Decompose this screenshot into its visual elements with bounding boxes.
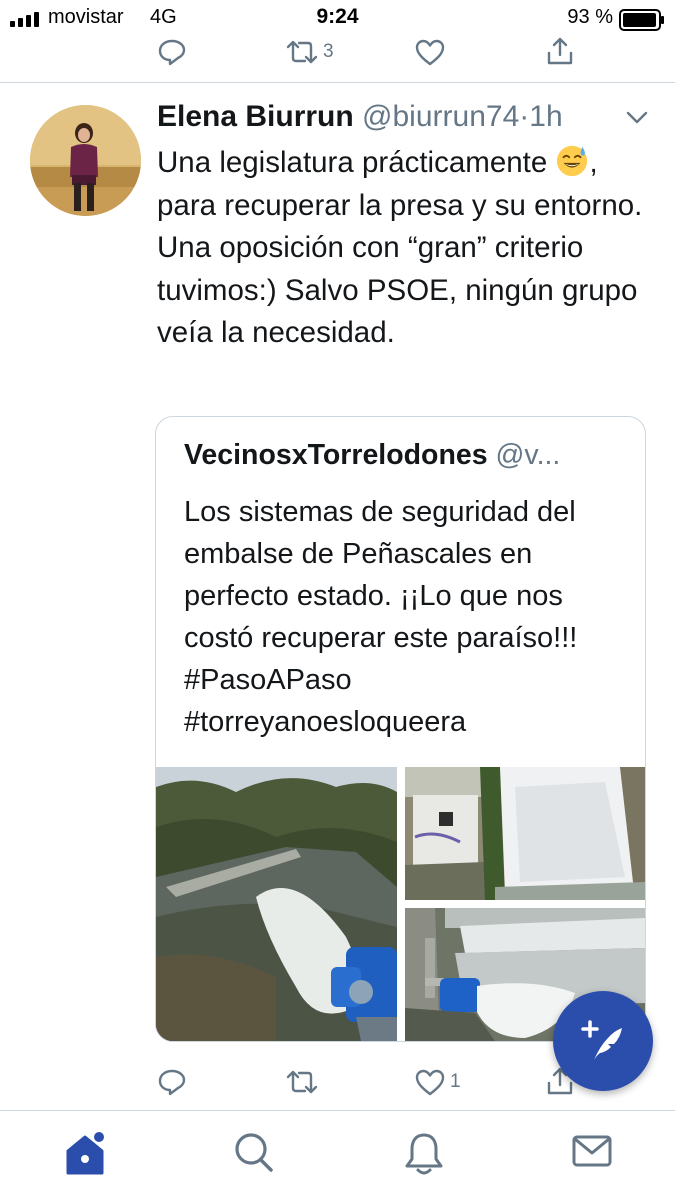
river-outflow-photo[interactable] <box>156 767 397 1041</box>
quoted-author-name: VecinosxTorrelodones <box>184 439 488 471</box>
search-icon <box>235 1133 273 1172</box>
dam-building-spillway-photo[interactable] <box>405 767 645 900</box>
quoted-author-handle: @v... <box>495 439 561 471</box>
author-handle[interactable]: @biurrun74 <box>362 100 519 133</box>
quoted-tweet[interactable]: VecinosxTorrelodones @v... Los sistemas … <box>155 416 646 1042</box>
reply-button[interactable] <box>157 38 187 66</box>
notifications-bell-icon <box>405 1133 443 1175</box>
battery-icon <box>619 9 664 31</box>
status-bar: movistar 4G 9:24 93 % <box>0 0 675 38</box>
chevron-down-icon[interactable] <box>625 110 649 126</box>
compose-tweet-button[interactable] <box>553 991 653 1091</box>
share-button[interactable] <box>545 36 575 66</box>
reply-icon <box>158 39 186 66</box>
profile-photo <box>30 105 141 216</box>
tab-bar <box>0 1111 675 1200</box>
reply-button[interactable] <box>157 1068 187 1096</box>
retweet-icon <box>286 40 318 64</box>
previous-tweet-actions: 3 <box>0 36 675 83</box>
author-name[interactable]: Elena Biurrun <box>157 100 354 133</box>
share-icon <box>547 37 573 65</box>
tweet-text: Una legislatura prácticamente , para rec… <box>157 142 657 355</box>
dam-building-image <box>405 767 645 900</box>
river-outflow-image <box>156 767 397 1041</box>
retweet-icon <box>286 1070 318 1094</box>
messages-envelope-icon <box>572 1135 612 1167</box>
battery-percentage: 93 % <box>567 6 613 28</box>
avatar[interactable] <box>30 105 141 216</box>
retweet-button[interactable] <box>285 1068 319 1096</box>
retweet-button[interactable]: 3 <box>285 38 334 66</box>
heart-icon <box>415 39 445 66</box>
tweet-text-part1: Una legislatura prácticamente <box>157 146 556 179</box>
tweet-header: Elena Biurrun @biurrun74·1h <box>157 100 607 140</box>
quoted-tweet-media <box>156 767 645 1041</box>
tab-search[interactable] <box>233 1131 275 1180</box>
like-button[interactable] <box>414 38 446 66</box>
tab-home[interactable] <box>64 1131 108 1182</box>
tab-messages[interactable] <box>571 1131 613 1176</box>
quoted-tweet-header: VecinosxTorrelodones @v... <box>184 439 624 472</box>
separator-dot: · <box>519 100 530 133</box>
sweat-smile-emoji-icon <box>557 145 588 177</box>
tab-notifications[interactable] <box>403 1131 445 1182</box>
heart-icon <box>415 1069 445 1096</box>
retweet-count: 3 <box>323 41 334 62</box>
quoted-tweet-text: Los sistemas de seguridad del embalse de… <box>184 496 578 738</box>
compose-feather-icon <box>581 1020 622 1060</box>
reply-icon <box>158 1069 186 1096</box>
like-count: 1 <box>450 1071 461 1092</box>
timestamp: 1h <box>529 100 563 133</box>
like-button[interactable]: 1 <box>414 1068 461 1096</box>
home-icon <box>66 1132 104 1175</box>
